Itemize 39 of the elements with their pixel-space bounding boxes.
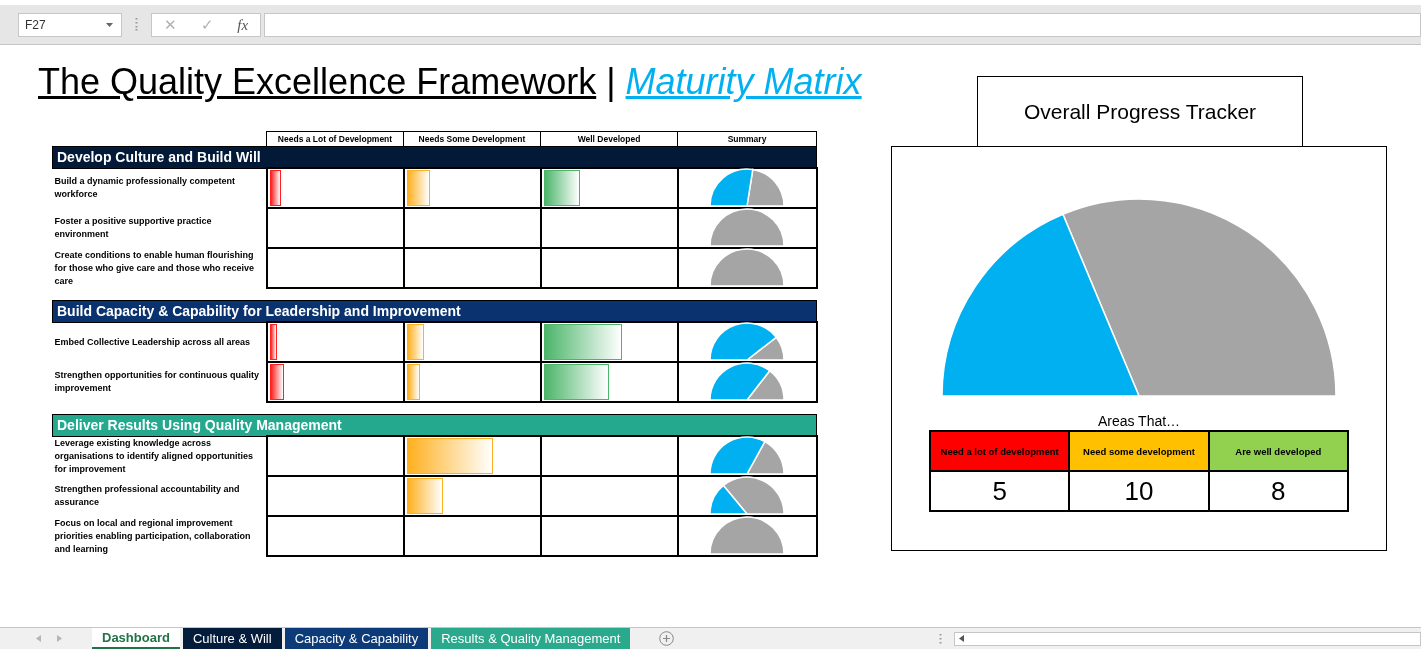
insert-function-button[interactable]: fx: [237, 15, 249, 34]
legend-title: Areas That…: [1097, 413, 1181, 429]
column-header: Well Developed: [540, 131, 678, 147]
formula-field[interactable]: [264, 12, 1421, 37]
name-box[interactable]: F27: [18, 12, 122, 37]
title-separator: |: [606, 61, 616, 103]
row-label: Foster a positive supportive practice environment: [52, 208, 267, 248]
chart-title: Overall Progress Tracker: [977, 76, 1303, 146]
sheet-tab[interactable]: Dashboard: [92, 628, 180, 649]
horizontal-scrollbar[interactable]: [954, 631, 1421, 646]
category-label: Are well developed: [1208, 431, 1348, 471]
row-label: Embed Collective Leadership across all areas: [52, 322, 267, 362]
grip-icon[interactable]: [939, 633, 942, 644]
category-count: 10: [1069, 471, 1209, 511]
category-count: 8: [1208, 471, 1348, 511]
row-label: Focus on local and regional improvement priorities enabling participation, collaboration and learning: [52, 516, 267, 556]
add-sheet-icon[interactable]: [659, 631, 675, 646]
row-label: Strengthen professional accountability and assurance: [52, 476, 267, 516]
scroll-right-icon[interactable]: [57, 635, 62, 642]
row-label: Strengthen opportunities for continuous quality improvement: [52, 362, 267, 402]
section-header: Deliver Results Using Quality Management: [52, 414, 817, 436]
caret-icon: [106, 22, 113, 27]
category-count: 5: [930, 471, 1070, 511]
row-label: Leverage existing knowledge across organisations to identify aligned opportunities for improvement: [52, 436, 267, 476]
section-header: Develop Culture and Build Will: [52, 146, 817, 168]
page-title: The Quality Excellence Framework: [38, 61, 597, 103]
sheet-tab[interactable]: Culture & Will: [182, 628, 282, 649]
row-label: Build a dynamic professionally competent workforce: [52, 168, 267, 208]
category-label: Need a lot of development: [930, 431, 1070, 471]
category-label: Need some development: [1069, 431, 1209, 471]
row-label: Create conditions to enable human flourishing for those who give care and those who receive care: [52, 248, 267, 288]
scroll-left-icon[interactable]: [959, 635, 964, 642]
column-header: Needs Some Development: [403, 131, 541, 147]
column-header: Needs a Lot of Development: [266, 131, 404, 147]
page-subtitle: Maturity Matrix: [625, 61, 862, 103]
grip-icon: [135, 18, 138, 31]
column-header: Summary: [677, 131, 817, 147]
section-header: Build Capacity & Capability for Leadership and Improvement: [52, 300, 817, 322]
sheet-tab[interactable]: Capacity & Capability: [284, 628, 429, 649]
